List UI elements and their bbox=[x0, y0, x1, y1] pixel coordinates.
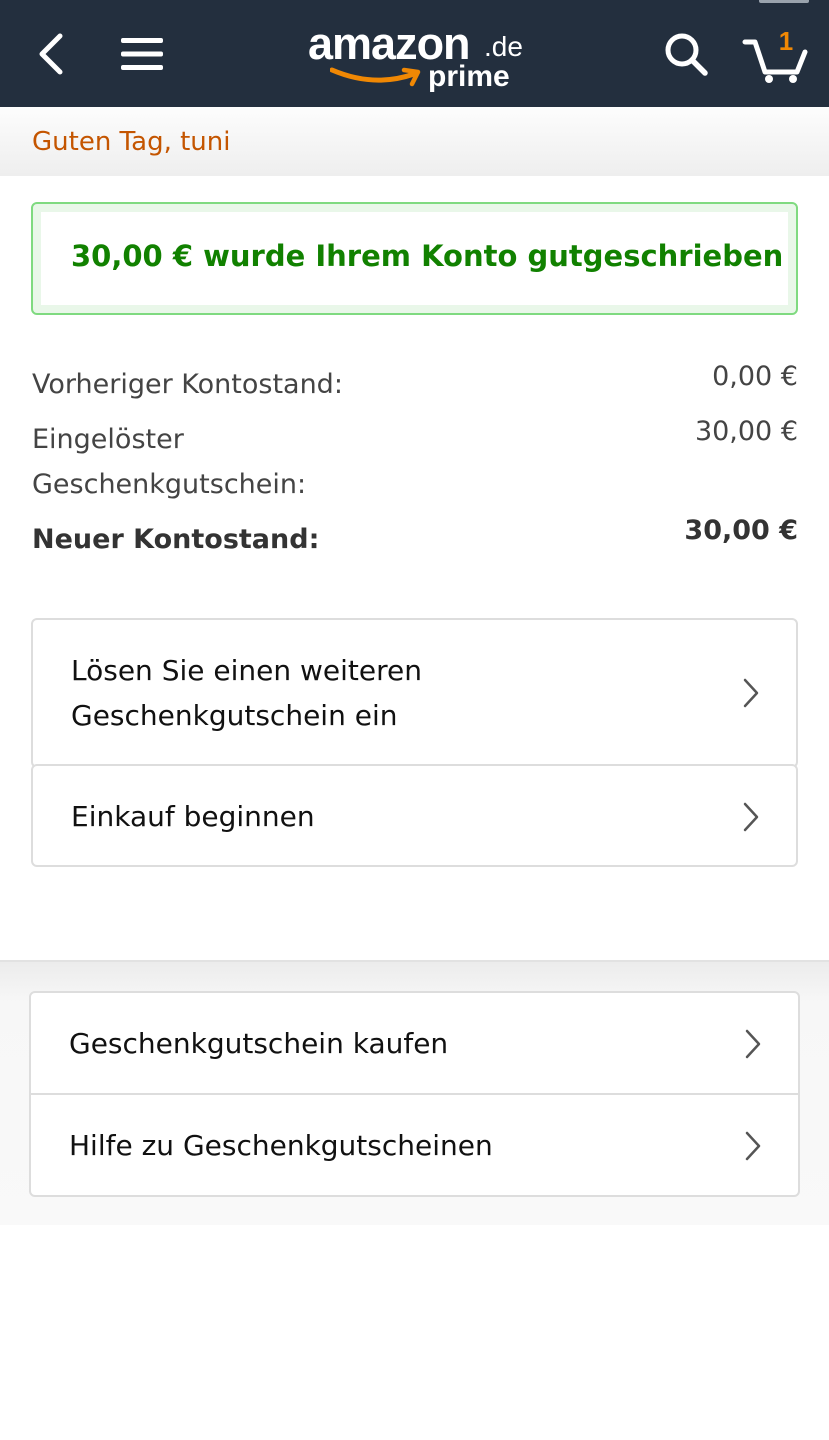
status-indicator bbox=[759, 0, 809, 3]
menu-icon bbox=[121, 38, 163, 70]
chevron-right-icon bbox=[745, 1131, 761, 1161]
redeemed-value: 30,00 € bbox=[694, 416, 798, 447]
new-balance-label: Neuer Kontostand: bbox=[32, 524, 320, 555]
menu-button[interactable] bbox=[112, 26, 172, 82]
redeemed-label-line2: Geschenkgutschein: bbox=[32, 469, 307, 500]
gift-card-help-label: Hilfe zu Geschenkgutscheinen bbox=[69, 1129, 493, 1162]
logo-domain: .de bbox=[484, 31, 523, 62]
success-message: 30,00 € wurde Ihrem Konto gutgeschrieben bbox=[71, 239, 784, 273]
smile-arrow-icon bbox=[330, 67, 421, 87]
new-balance-value: 30,00 € bbox=[684, 515, 798, 546]
search-button[interactable] bbox=[654, 22, 718, 86]
greeting-text[interactable]: Guten Tag, tuni bbox=[32, 124, 230, 160]
previous-balance-label: Vorheriger Kontostand: bbox=[32, 369, 343, 400]
cart-icon bbox=[742, 39, 808, 83]
chevron-right-icon bbox=[745, 1029, 761, 1059]
logo-prime: prime bbox=[428, 60, 510, 93]
redeemed-label-line1: Eingelöster bbox=[32, 424, 184, 455]
start-shopping-label: Einkauf beginnen bbox=[71, 800, 315, 833]
cart-count-badge: 1 bbox=[778, 26, 794, 56]
back-button[interactable] bbox=[26, 26, 76, 82]
cart-button[interactable] bbox=[734, 18, 814, 88]
search-icon bbox=[665, 33, 708, 76]
redeem-another-line2: Geschenkgutschein ein bbox=[71, 699, 398, 732]
chevron-right-icon bbox=[743, 802, 759, 832]
amazon-prime-logo[interactable]: amazon .de prime bbox=[300, 20, 540, 98]
previous-balance-value: 0,00 € bbox=[712, 361, 798, 392]
buy-gift-card-label: Geschenkgutschein kaufen bbox=[69, 1027, 449, 1060]
back-icon bbox=[39, 33, 63, 75]
redeem-another-line1: Lösen Sie einen weiteren bbox=[71, 654, 422, 687]
chevron-right-icon bbox=[743, 678, 759, 708]
